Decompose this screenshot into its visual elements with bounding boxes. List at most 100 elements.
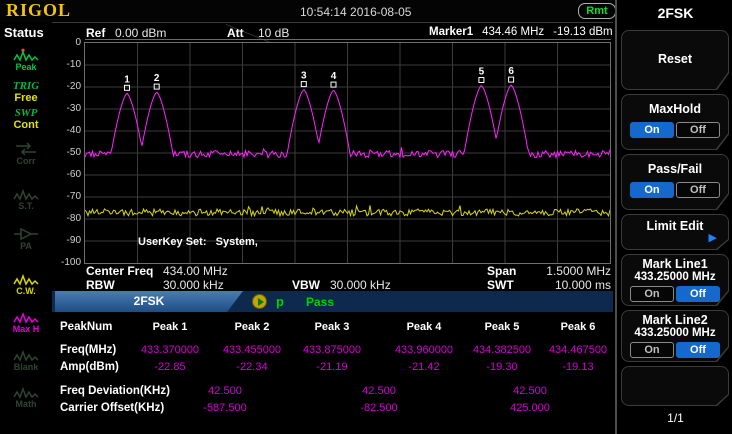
math-label: Math [0, 399, 52, 409]
blank-waveform-icon [12, 348, 40, 362]
clear-write-waveform-icon [12, 272, 40, 286]
table-header-peak1: Peak 1 [153, 321, 188, 333]
table-row-carrier-offset: Carrier Offset(KHz) -587.500 -82.500 425… [52, 402, 613, 418]
vbw-label: VBW [292, 278, 320, 292]
status-panel: Status Peak TRIG Free SWP Cont Corr [0, 22, 52, 434]
status-indicator-corr: Corr [0, 142, 52, 166]
maxhold-button[interactable]: MaxHold OnOff [621, 94, 729, 150]
rbw-value: 30.000 kHz [163, 278, 224, 292]
maxhold-off-toggle[interactable]: Off [676, 122, 720, 138]
y-axis-tick: -30 [51, 104, 81, 114]
mark-line2-frequency: 433.25000 MHz [621, 327, 729, 339]
pass-fail-off-toggle[interactable]: Off [676, 182, 720, 198]
menu-page-indicator: 1/1 [617, 411, 732, 425]
y-axis-tick: -80 [51, 214, 81, 224]
carrier-offset-cell: 425.000 [510, 402, 550, 414]
attenuation-value: 10 dB [258, 26, 289, 40]
freq-deviation-cell: 42.500 [362, 385, 396, 397]
ref-level-label: Ref [86, 26, 105, 40]
status-indicator-peak: Peak [0, 48, 52, 72]
center-freq-label: Center Freq [86, 264, 153, 278]
amp-cell: -21.42 [408, 361, 439, 373]
reset-button-label: Reset [621, 52, 729, 66]
peak-waveform-icon [12, 48, 40, 62]
carrier-offset-cell: -82.500 [360, 402, 397, 414]
status-panel-title: Status [4, 25, 44, 40]
table-row-freq-deviation: Freq Deviation(KHz) 42.500 42.500 42.500 [52, 385, 613, 401]
pass-fail-button[interactable]: Pass/Fail OnOff [621, 154, 729, 210]
peak-marker-number: 5 [479, 67, 485, 78]
freq-deviation-cell: 42.500 [513, 385, 547, 397]
freq-cell: 434.467500 [549, 344, 607, 356]
mark-line1-frequency: 433.25000 MHz [621, 271, 729, 283]
table-header-peak4: Peak 4 [407, 321, 442, 333]
y-axis-tick: -90 [51, 236, 81, 246]
menu-title: 2FSK [617, 5, 732, 21]
mark-line2-button[interactable]: Mark Line2 433.25000 MHz OnOff [621, 310, 729, 362]
blank-label: Blank [0, 362, 52, 372]
limit-edit-button[interactable]: Limit Edit ▶ [621, 214, 729, 250]
mark-line1-button-label: Mark Line1 [621, 257, 729, 271]
y-axis-tick: 0 [51, 38, 81, 48]
pass-fail-on-toggle[interactable]: On [630, 182, 674, 198]
status-indicator-clear-write: C.W. [0, 272, 52, 296]
swp-label: SWP [0, 107, 52, 119]
empty-softkey-face [622, 367, 728, 405]
table-header-peak3: Peak 3 [315, 321, 350, 333]
peak-marker-square [125, 85, 130, 90]
mark-line2-off-toggle[interactable]: Off [676, 342, 720, 358]
mode-tab: 2FSK [55, 291, 243, 312]
y-axis-tick: -40 [51, 126, 81, 136]
carrier-offset-cell: -587.500 [203, 402, 246, 414]
mark-line1-on-toggle[interactable]: On [630, 286, 674, 302]
y-axis-tick: -50 [51, 148, 81, 158]
table-header-row: PeakNum Peak 1 Peak 2 Peak 3 Peak 4 Peak… [52, 321, 613, 337]
corr-label: Corr [0, 156, 52, 166]
span-label: Span [487, 264, 516, 278]
amp-cell: -21.19 [316, 361, 347, 373]
y-axis-tick: -10 [51, 60, 81, 70]
swt-label: SWT [487, 278, 514, 292]
reset-button[interactable]: Reset [621, 30, 729, 90]
peak-marker-square [509, 77, 514, 82]
maxhold-on-toggle[interactable]: On [630, 122, 674, 138]
preamp-label: PA [0, 241, 52, 251]
sweep-time-label: S.T. [0, 201, 52, 211]
remote-mode-badge: Rmt [578, 3, 616, 19]
status-indicator-max-hold: Max H [0, 310, 52, 334]
trig-value: Free [0, 92, 52, 104]
freq-cell: 433.875000 [303, 344, 361, 356]
table-header-peak6: Peak 6 [561, 321, 596, 333]
top-bar: RIGOL 10:54:14 2016-08-05 Rmt [0, 0, 613, 23]
peak-marker-square [301, 82, 306, 87]
clock-timestamp: 10:54:14 2016-08-05 [300, 5, 411, 19]
mark-line1-toggle-group: OnOff [621, 286, 729, 304]
amp-cell: -22.85 [154, 361, 185, 373]
mark-line2-on-toggle[interactable]: On [630, 342, 674, 358]
pass-fail-button-label: Pass/Fail [621, 162, 729, 176]
clear-write-label: C.W. [0, 286, 52, 296]
y-axis-tick: -100 [51, 258, 81, 268]
swt-value: 10.000 ms [536, 278, 611, 292]
mark-line2-toggle-group: OnOff [621, 342, 729, 360]
maxhold-toggle-group: OnOff [621, 122, 729, 140]
sweep-time-waveform-icon [12, 187, 40, 201]
amp-cell: -19.30 [486, 361, 517, 373]
run-play-icon [252, 294, 267, 309]
y-axis-tick: -70 [51, 192, 81, 202]
status-indicator-trigger: TRIG Free [0, 80, 52, 104]
play-triangle-icon [258, 298, 264, 306]
amp-cell: -19.13 [562, 361, 593, 373]
status-indicator-preamp: PA [0, 227, 52, 251]
peak-marker-square [479, 78, 484, 83]
table-header-peak5: Peak 5 [485, 321, 520, 333]
rbw-label: RBW [86, 278, 115, 292]
vbw-value: 30.000 kHz [330, 278, 391, 292]
trig-label: TRIG [0, 80, 52, 92]
mark-line1-button[interactable]: Mark Line1 433.25000 MHz OnOff [621, 254, 729, 306]
peak-marker-number: 2 [154, 73, 160, 84]
peak-label: Peak [0, 62, 52, 72]
mark-line2-button-label: Mark Line2 [621, 313, 729, 327]
trace-canvas: 123456 [85, 43, 610, 263]
mark-line1-off-toggle[interactable]: Off [676, 286, 720, 302]
